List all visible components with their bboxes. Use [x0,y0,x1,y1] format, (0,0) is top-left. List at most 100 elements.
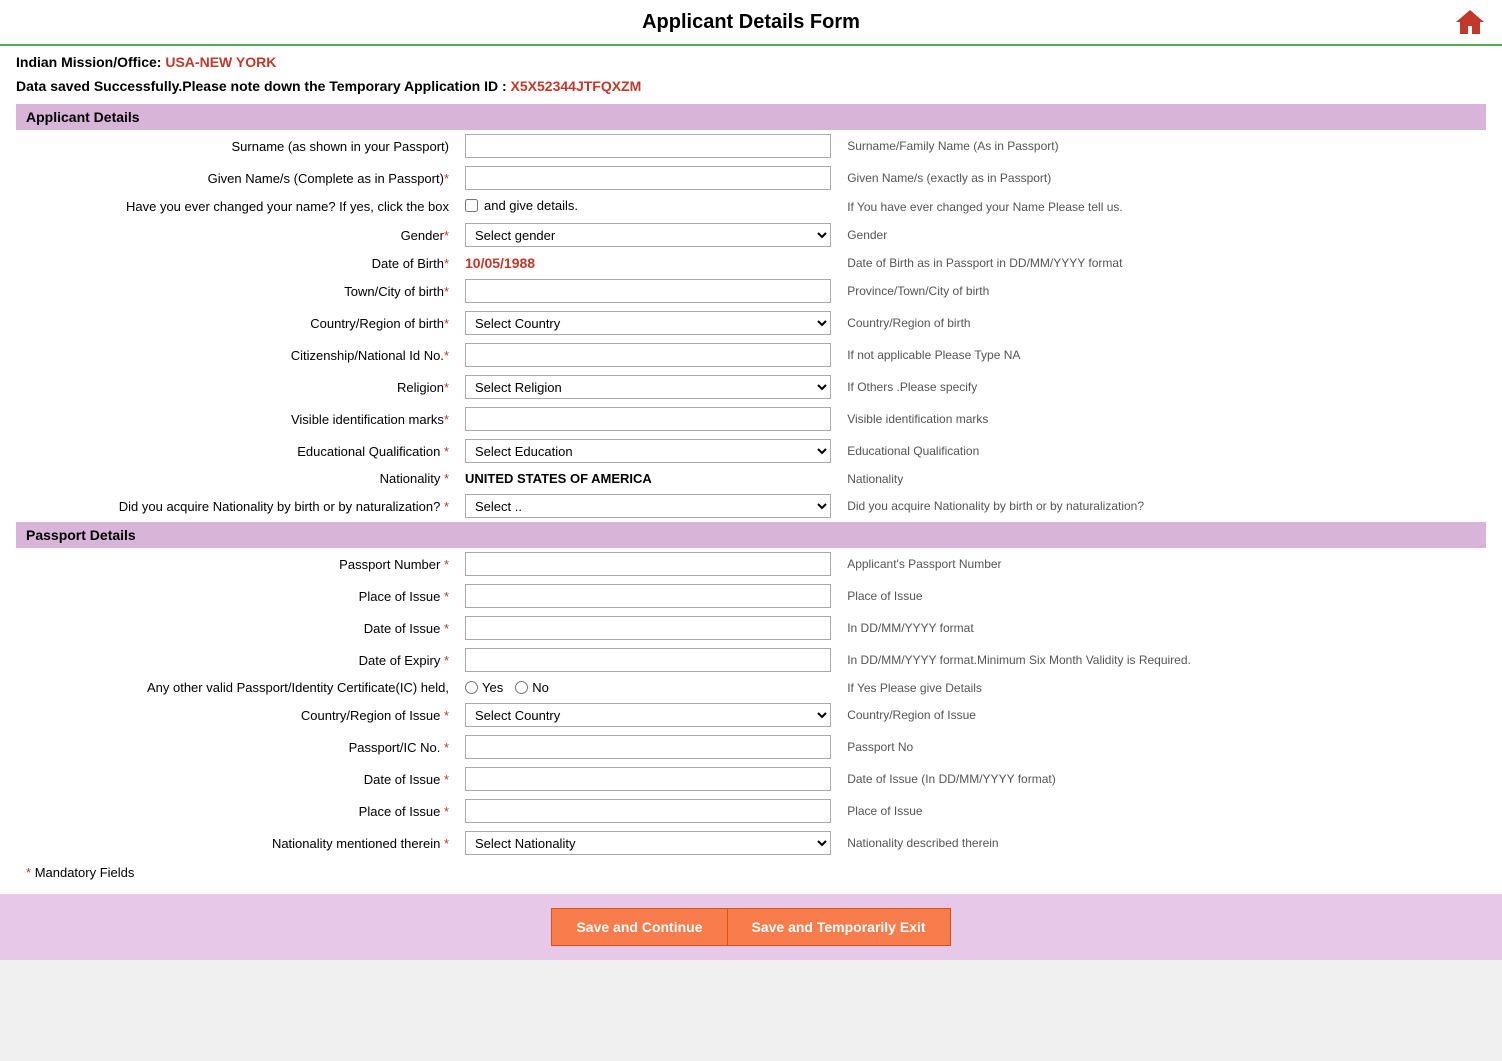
table-row: Nationality mentioned therein * Select N… [16,827,1486,859]
dob-help: Date of Birth as in Passport in DD/MM/YY… [839,251,1486,275]
applicant-details-header: Applicant Details [16,104,1486,130]
table-row: Place of Issue * Place of Issue [16,795,1486,827]
religion-label: Religion* [16,371,457,403]
place-issue-input-cell [457,580,839,612]
table-row: Given Name/s (Complete as in Passport)* … [16,162,1486,194]
table-row: Country/Region of Issue * Select Country… [16,699,1486,731]
content-area: Indian Mission/Office: USA-NEW YORK Data… [0,46,1502,894]
nationality-therein-help: Nationality described therein [839,827,1486,859]
button-bar: Save and Continue Save and Temporarily E… [0,894,1502,960]
gender-select[interactable]: Select gender Male Female Others [465,223,831,247]
visible-marks-label: Visible identification marks* [16,403,457,435]
passport-place-issue-help: Place of Issue [839,795,1486,827]
nationality-value: UNITED STATES OF AMERICA [465,471,652,486]
passport-number-input[interactable] [465,552,831,576]
table-row: Visible identification marks* Visible id… [16,403,1486,435]
country-birth-select[interactable]: Select Country [465,311,831,335]
nationality-therein-input-cell: Select Nationality [457,827,839,859]
name-change-checkbox[interactable] [465,199,478,212]
table-row: Surname (as shown in your Passport) Surn… [16,130,1486,162]
religion-input-cell: Select Religion Hindu Muslim Christian S… [457,371,839,403]
town-input[interactable] [465,279,831,303]
table-row: Date of Expiry * In DD/MM/YYYY format.Mi… [16,644,1486,676]
nationality-help: Nationality [839,467,1486,490]
name-change-help: If You have ever changed your Name Pleas… [839,194,1486,219]
nationality-acquire-help: Did you acquire Nationality by birth or … [839,490,1486,522]
other-passport-input-cell: Yes No [457,676,839,699]
mission-value: USA-NEW YORK [165,54,276,70]
nationality-therein-select[interactable]: Select Nationality [465,831,831,855]
success-message: Data saved Successfully.Please note down… [16,78,1486,94]
country-birth-help: Country/Region of birth [839,307,1486,339]
table-row: Religion* Select Religion Hindu Muslim C… [16,371,1486,403]
citizenship-input[interactable] [465,343,831,367]
mission-line: Indian Mission/Office: USA-NEW YORK [16,54,1486,70]
passport-date-issue-input-cell [457,763,839,795]
gender-help: Gender [839,219,1486,251]
education-select[interactable]: Select Education Below Matriculation Mat… [465,439,831,463]
table-row: Did you acquire Nationality by birth or … [16,490,1486,522]
table-row: Date of Issue * In DD/MM/YYYY format [16,612,1486,644]
passport-date-issue-help: Date of Issue (In DD/MM/YYYY format) [839,763,1486,795]
success-text: Data saved Successfully.Please note down… [16,78,507,94]
date-expiry-input[interactable] [465,648,831,672]
applicant-details-table: Surname (as shown in your Passport) Surn… [16,130,1486,522]
passport-ic-input[interactable] [465,735,831,759]
citizenship-label: Citizenship/National Id No.* [16,339,457,371]
table-row: Nationality * UNITED STATES OF AMERICA N… [16,467,1486,490]
table-row: Have you ever changed your name? If yes,… [16,194,1486,219]
dob-value-cell: 10/05/1988 [457,251,839,275]
other-passport-label: Any other valid Passport/Identity Certif… [16,676,457,699]
mandatory-text: Mandatory Fields [35,865,135,880]
visible-marks-help: Visible identification marks [839,403,1486,435]
citizenship-input-cell [457,339,839,371]
passport-details-header: Passport Details [16,522,1486,548]
other-passport-no-label[interactable]: No [515,680,549,695]
date-expiry-label: Date of Expiry * [16,644,457,676]
passport-date-issue-input[interactable] [465,767,831,791]
nationality-acquire-label: Did you acquire Nationality by birth or … [16,490,457,522]
given-name-label: Given Name/s (Complete as in Passport)* [16,162,457,194]
religion-select[interactable]: Select Religion Hindu Muslim Christian S… [465,375,831,399]
passport-place-issue-label: Place of Issue * [16,795,457,827]
nationality-acquire-select[interactable]: Select .. By Birth By Naturalization [465,494,831,518]
gender-input-cell: Select gender Male Female Others [457,219,839,251]
save-continue-button[interactable]: Save and Continue [551,908,727,946]
place-issue-input[interactable] [465,584,831,608]
passport-number-help: Applicant's Passport Number [839,548,1486,580]
visible-marks-input[interactable] [465,407,831,431]
date-issue-label: Date of Issue * [16,612,457,644]
gender-label: Gender* [16,219,457,251]
table-row: Place of Issue * Place of Issue [16,580,1486,612]
mandatory-star: * [26,865,31,880]
nationality-acquire-input-cell: Select .. By Birth By Naturalization [457,490,839,522]
top-bar: Applicant Details Form [0,0,1502,46]
surname-input[interactable] [465,134,831,158]
country-issue-help: Country/Region of Issue [839,699,1486,731]
nationality-value-cell: UNITED STATES OF AMERICA [457,467,839,490]
town-help: Province/Town/City of birth [839,275,1486,307]
table-row: Any other valid Passport/Identity Certif… [16,676,1486,699]
other-passport-no-radio[interactable] [515,681,528,694]
save-exit-button[interactable]: Save and Temporarily Exit [728,908,951,946]
name-change-input-cell: and give details. [457,194,839,219]
passport-ic-help: Passport No [839,731,1486,763]
passport-place-issue-input[interactable] [465,799,831,823]
other-passport-yes-label[interactable]: Yes [465,680,503,695]
table-row: Town/City of birth* Province/Town/City o… [16,275,1486,307]
country-issue-input-cell: Select Country [457,699,839,731]
passport-ic-label: Passport/IC No. * [16,731,457,763]
home-icon[interactable] [1454,6,1486,38]
country-issue-select[interactable]: Select Country [465,703,831,727]
religion-help: If Others .Please specify [839,371,1486,403]
name-change-label: Have you ever changed your name? If yes,… [16,194,457,219]
other-passport-yes-radio[interactable] [465,681,478,694]
date-issue-input[interactable] [465,616,831,640]
surname-help: Surname/Family Name (As in Passport) [839,130,1486,162]
town-input-cell [457,275,839,307]
given-name-input[interactable] [465,166,831,190]
page-wrapper: Applicant Details Form Indian Mission/Of… [0,0,1502,960]
place-issue-label: Place of Issue * [16,580,457,612]
table-row: Citizenship/National Id No.* If not appl… [16,339,1486,371]
other-passport-yes-text: Yes [482,680,503,695]
